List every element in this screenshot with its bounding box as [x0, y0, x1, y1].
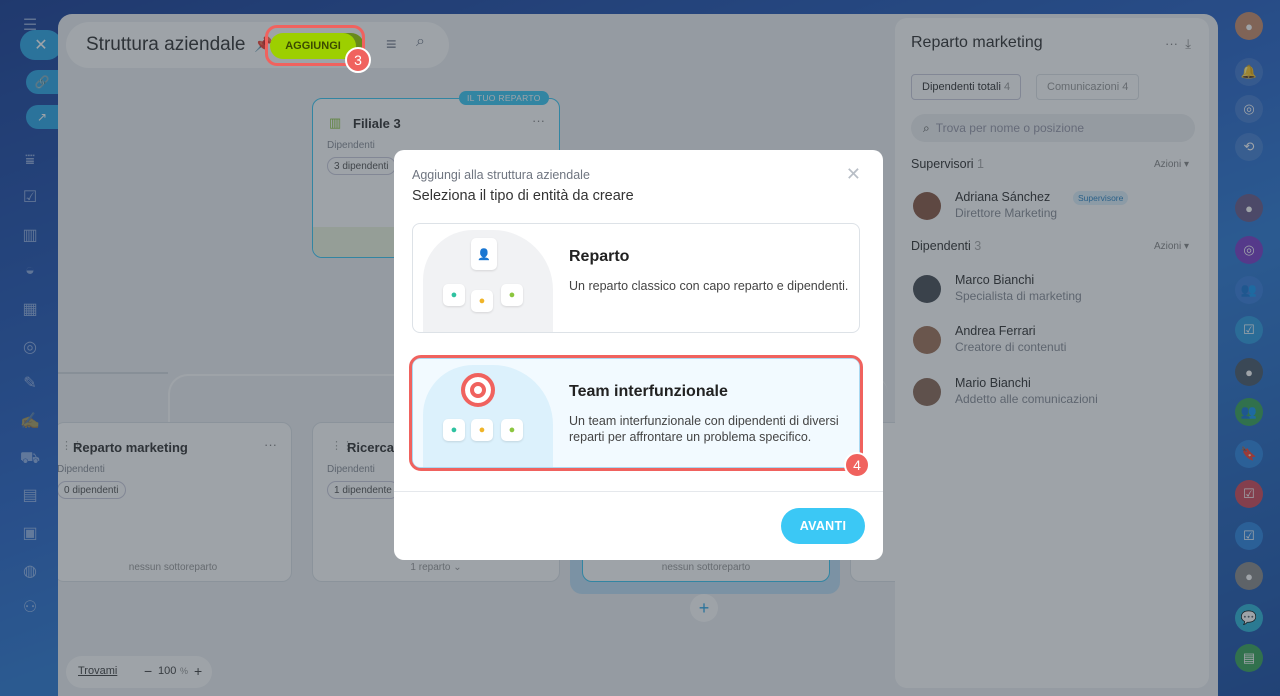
close-icon[interactable]: ✕: [846, 164, 861, 185]
option-department[interactable]: 👤 ● ● ● Reparto Un reparto classico con …: [412, 223, 860, 333]
dialog-title: Seleziona il tipo di entità da creare: [412, 188, 634, 204]
user-icon: ●: [501, 284, 523, 306]
department-illustration: 👤 ● ● ●: [413, 224, 553, 332]
step-highlight-option: [409, 355, 863, 471]
option-description: Un reparto classico con capo reparto e d…: [569, 279, 849, 293]
add-entity-dialog: Aggiungi alla struttura aziendale Selezi…: [394, 150, 883, 560]
dialog-pretitle: Aggiungi alla struttura aziendale: [412, 168, 590, 182]
head-user-icon: 👤: [471, 238, 497, 270]
option-title: Reparto: [569, 248, 630, 265]
dialog-divider: [394, 491, 883, 492]
user-icon: ●: [443, 284, 465, 306]
user-icon: ●: [471, 290, 493, 312]
step-badge: 4: [844, 452, 870, 478]
next-button[interactable]: AVANTI: [781, 508, 865, 544]
step-badge: 3: [345, 47, 371, 73]
